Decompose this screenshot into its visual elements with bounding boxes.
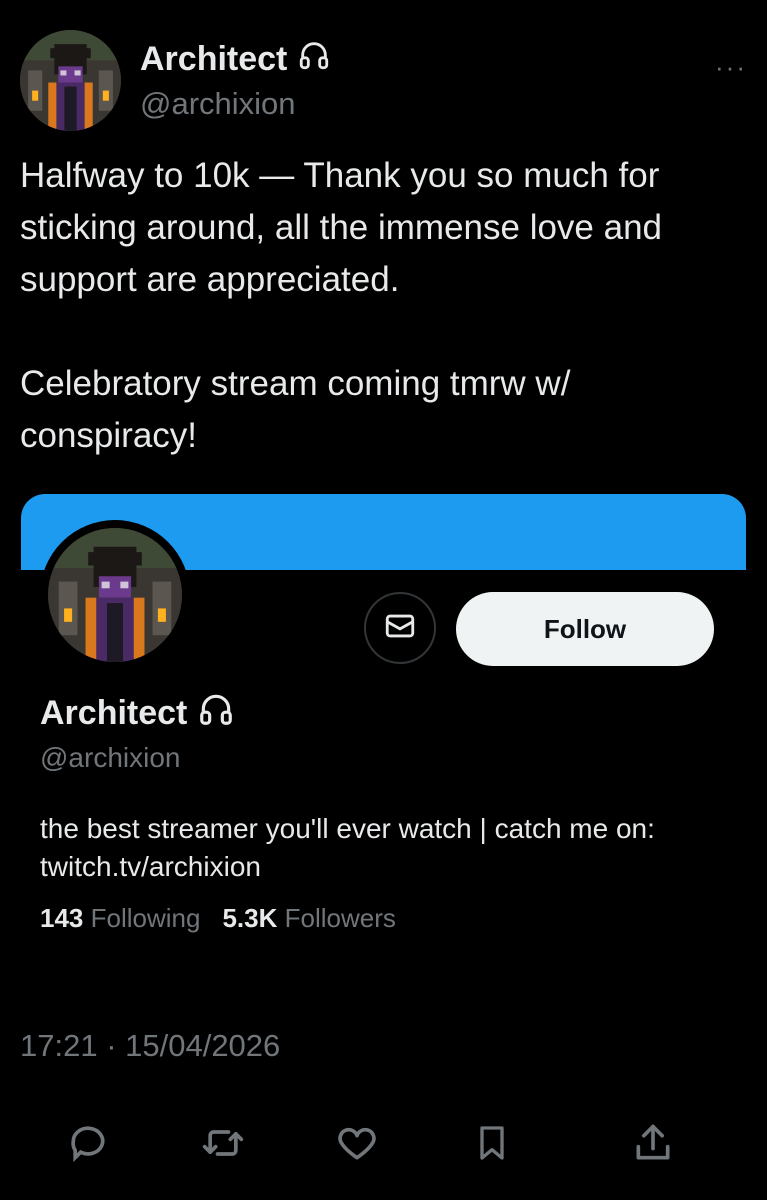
message-button[interactable] [364,592,436,664]
author-name-row[interactable]: Architect [140,38,331,81]
reply-button[interactable] [63,1115,113,1175]
author-handle[interactable]: @archixion [140,86,296,122]
tweet-text-paragraph-2: Celebratory stream coming tmrw w/ conspi… [20,364,571,455]
author-avatar[interactable] [20,30,121,131]
headphones-icon [197,690,235,737]
follow-button[interactable]: Follow [456,592,714,666]
profile-card-bio: the best streamer you'll ever watch | ca… [40,813,655,882]
more-options-button[interactable]: ··· [715,52,747,83]
profile-card-name[interactable]: Architect [40,694,187,733]
followers-stat[interactable]: 5.3K Followers [222,903,395,934]
reply-icon [66,1121,110,1170]
bookmark-icon [472,1120,512,1171]
following-count: 143 [40,903,84,933]
profile-card-handle[interactable]: @archixion [40,742,180,774]
tweet-action-bar [0,1115,767,1175]
following-label: Following [90,903,201,933]
like-button[interactable] [332,1115,382,1175]
profile-card-stats: 143 Following 5.3K Followers [40,903,396,934]
share-icon [631,1120,675,1171]
tweet-text-paragraph-1: Halfway to 10k — Thank you so much for s… [20,156,663,299]
retweet-button[interactable] [198,1115,248,1175]
following-stat[interactable]: 143 Following [40,903,200,934]
tweet-timestamp[interactable]: 17:21 · 15/04/2026 [20,1028,280,1064]
headphones-icon [297,38,331,81]
share-button[interactable] [628,1115,678,1175]
author-name[interactable]: Architect [140,40,287,79]
retweet-icon [200,1121,246,1170]
followers-count: 5.3K [222,903,278,933]
bookmark-button[interactable] [467,1115,517,1175]
profile-card-name-row[interactable]: Architect [40,690,235,737]
heart-icon [334,1121,380,1170]
tweet-text: Halfway to 10k — Thank you so much for s… [20,150,750,462]
mail-icon [383,609,417,648]
followers-label: Followers [284,903,396,933]
profile-card-avatar[interactable] [48,528,182,662]
